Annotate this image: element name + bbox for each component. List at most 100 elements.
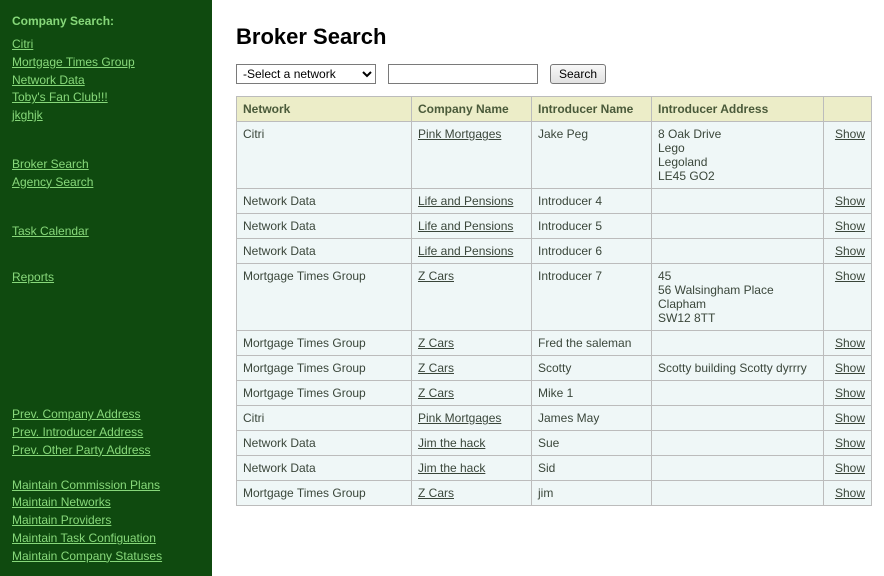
table-row: Network DataLife and PensionsIntroducer … (237, 189, 872, 214)
table-row: CitriPink Mortgages James MayShow (237, 406, 872, 431)
company-link[interactable]: Z Cars (418, 361, 454, 375)
company-link[interactable]: Life and Pensions (418, 244, 513, 258)
address-line: Scotty building Scotty dyrrry (658, 361, 817, 375)
sidebar-search-link-1[interactable]: Agency Search (12, 174, 200, 191)
show-link[interactable]: Show (835, 244, 865, 258)
network-select[interactable]: -Select a network (236, 64, 376, 84)
company-link[interactable]: Pink Mortgages (418, 127, 501, 141)
sidebar-task-link-0[interactable]: Task Calendar (12, 223, 200, 240)
cell-action: Show (824, 264, 872, 331)
address-line: Lego (658, 141, 817, 155)
sidebar-company-link-0[interactable]: Citri (12, 36, 200, 53)
search-input[interactable] (388, 64, 538, 84)
sidebar-heading: Company Search: (12, 14, 200, 28)
sidebar-company-link-1[interactable]: Mortgage Times Group (12, 54, 200, 71)
cell-network: Network Data (237, 456, 412, 481)
cell-company: Jim the hack (412, 431, 532, 456)
cell-introducer-address: 4556 Walsingham PlaceClaphamSW12 8TT (652, 264, 824, 331)
cell-company: Z Cars (412, 481, 532, 506)
sidebar-search-link-0[interactable]: Broker Search (12, 156, 200, 173)
cell-network: Mortgage Times Group (237, 331, 412, 356)
company-link[interactable]: Jim the hack (418, 461, 485, 475)
cell-network: Network Data (237, 214, 412, 239)
show-link[interactable]: Show (835, 361, 865, 375)
maintain-links: Maintain Commission PlansMaintain Networ… (12, 477, 200, 565)
show-link[interactable]: Show (835, 269, 865, 283)
cell-network: Mortgage Times Group (237, 381, 412, 406)
sidebar-maintain-link-1[interactable]: Maintain Networks (12, 494, 200, 511)
cell-introducer-name: Scotty (532, 356, 652, 381)
table-row: Network DataLife and PensionsIntroducer … (237, 239, 872, 264)
show-link[interactable]: Show (835, 336, 865, 350)
table-row: Mortgage Times GroupZ CarsMike 1Show (237, 381, 872, 406)
cell-introducer-name: Jake Peg (532, 122, 652, 189)
cell-network: Mortgage Times Group (237, 264, 412, 331)
company-link[interactable]: Life and Pensions (418, 194, 513, 208)
cell-introducer-address (652, 189, 824, 214)
cell-company: Life and Pensions (412, 239, 532, 264)
cell-company: Pink Mortgages (412, 122, 532, 189)
cell-action: Show (824, 481, 872, 506)
show-link[interactable]: Show (835, 386, 865, 400)
company-link[interactable]: Jim the hack (418, 436, 485, 450)
sidebar-maintain-link-0[interactable]: Maintain Commission Plans (12, 477, 200, 494)
company-link[interactable]: Z Cars (418, 386, 454, 400)
cell-introducer-name: Fred the saleman (532, 331, 652, 356)
cell-action: Show (824, 381, 872, 406)
cell-action: Show (824, 214, 872, 239)
cell-introducer-name: Introducer 5 (532, 214, 652, 239)
company-link[interactable]: Pink Mortgages (418, 411, 501, 425)
cell-network: Network Data (237, 189, 412, 214)
search-bar: -Select a network Search (236, 64, 872, 84)
cell-introducer-address: 8 Oak DriveLegoLegolandLE45 GO2 (652, 122, 824, 189)
cell-network: Citri (237, 406, 412, 431)
company-link[interactable]: Z Cars (418, 486, 454, 500)
cell-action: Show (824, 431, 872, 456)
show-link[interactable]: Show (835, 127, 865, 141)
address-line: LE45 GO2 (658, 169, 817, 183)
th-company: Company Name (412, 97, 532, 122)
show-link[interactable]: Show (835, 486, 865, 500)
cell-action: Show (824, 331, 872, 356)
show-link[interactable]: Show (835, 411, 865, 425)
cell-introducer-name: jim (532, 481, 652, 506)
company-link[interactable]: Z Cars (418, 269, 454, 283)
sidebar-prev-link-2[interactable]: Prev. Other Party Address (12, 442, 200, 459)
address-line: 45 (658, 269, 817, 283)
cell-introducer-address (652, 214, 824, 239)
sidebar-company-link-2[interactable]: Network Data (12, 72, 200, 89)
table-row: Mortgage Times GroupZ CarsScottyScotty b… (237, 356, 872, 381)
sidebar-company-link-3[interactable]: Toby's Fan Club!!! (12, 89, 200, 106)
cell-introducer-address: Scotty building Scotty dyrrry (652, 356, 824, 381)
sidebar-maintain-link-2[interactable]: Maintain Providers (12, 512, 200, 529)
sidebar-reports-link-0[interactable]: Reports (12, 269, 200, 286)
cell-company: Life and Pensions (412, 214, 532, 239)
sidebar-prev-link-1[interactable]: Prev. Introducer Address (12, 424, 200, 441)
cell-company: Z Cars (412, 331, 532, 356)
search-button[interactable]: Search (550, 64, 606, 84)
sidebar-maintain-link-4[interactable]: Maintain Company Statuses (12, 548, 200, 565)
show-link[interactable]: Show (835, 194, 865, 208)
cell-network: Citri (237, 122, 412, 189)
company-links: CitriMortgage Times GroupNetwork DataTob… (12, 36, 200, 124)
cell-action: Show (824, 406, 872, 431)
cell-introducer-address (652, 481, 824, 506)
cell-introducer-address (652, 406, 824, 431)
cell-company: Jim the hack (412, 456, 532, 481)
table-row: Mortgage Times Group Z Cars Fred the salem… (237, 331, 872, 356)
th-introducer-name: Introducer Name (532, 97, 652, 122)
sidebar-prev-link-0[interactable]: Prev. Company Address (12, 406, 200, 423)
company-link[interactable]: Z Cars (418, 336, 454, 350)
show-link[interactable]: Show (835, 219, 865, 233)
show-link[interactable]: Show (835, 436, 865, 450)
table-row: Network Data Life and Pensions Introducer … (237, 214, 872, 239)
sidebar-maintain-link-3[interactable]: Maintain Task Configuation (12, 530, 200, 547)
show-link[interactable]: Show (835, 461, 865, 475)
sidebar-company-link-4[interactable]: jkghjk (12, 107, 200, 124)
cell-introducer-address (652, 431, 824, 456)
prev-links: Prev. Company AddressPrev. Introducer Ad… (12, 406, 200, 458)
company-link[interactable]: Life and Pensions (418, 219, 513, 233)
cell-company: Life and Pensions (412, 189, 532, 214)
sidebar: Company Search: CitriMortgage Times Grou… (0, 0, 212, 576)
cell-network: Network Data (237, 239, 412, 264)
